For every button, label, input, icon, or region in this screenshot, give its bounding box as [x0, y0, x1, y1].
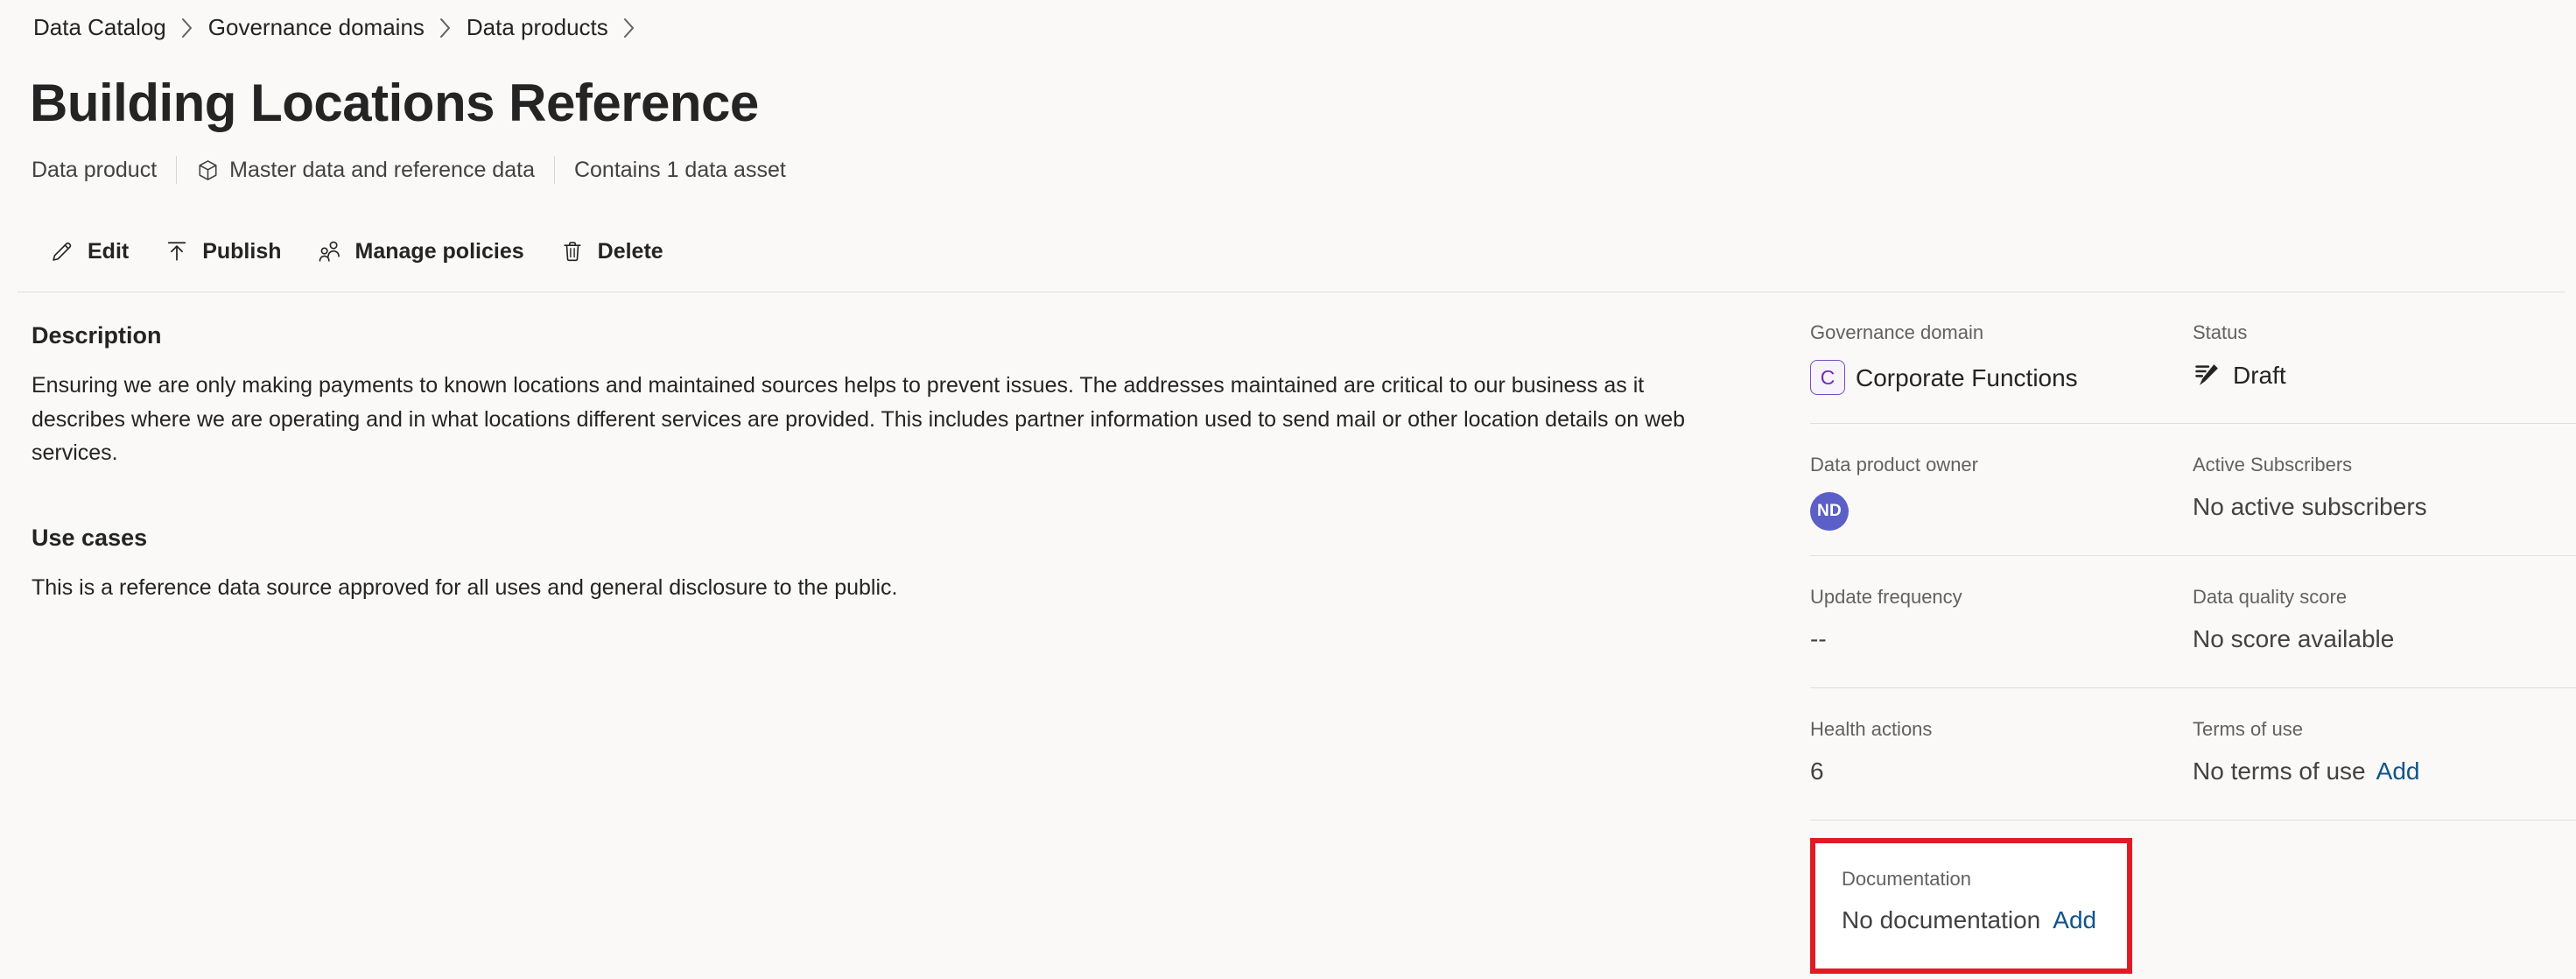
field-health-actions: Health actions 6: [1810, 718, 2193, 820]
data-quality-score-value: No score available: [2193, 625, 2395, 653]
data-quality-score-label: Data quality score: [2193, 586, 2348, 608]
field-owner: Data product owner ND: [1810, 454, 2193, 555]
field-update-frequency: Update frequency --: [1810, 586, 2193, 687]
main-content: Description Ensuring we are only making …: [32, 322, 1721, 604]
governance-domain-value[interactable]: C Corporate Functions: [1810, 360, 2172, 396]
details-row-frequency-quality: Update frequency -- Data quality score N…: [1810, 556, 2576, 688]
update-frequency-label: Update frequency: [1810, 586, 1962, 608]
documentation-value: No documentation Add: [1842, 906, 2127, 934]
pencil-icon: [49, 238, 75, 264]
publish-button[interactable]: Publish: [146, 229, 298, 273]
use-cases-heading: Use cases: [32, 524, 148, 551]
chevron-right-icon: [168, 17, 207, 39]
documentation-add-link[interactable]: Add: [2053, 906, 2096, 934]
governance-domain-name: Corporate Functions: [1856, 363, 2078, 391]
active-subscribers-value: No active subscribers: [2193, 493, 2427, 521]
domain-badge-icon: C: [1810, 360, 1845, 396]
chevron-right-icon: [610, 17, 649, 39]
field-status: Status Draft: [2193, 321, 2575, 423]
draft-pencil-icon: [2193, 360, 2222, 390]
meta-asset-count-label: Contains 1 data asset: [573, 157, 786, 182]
meta-type-label: Data product: [32, 157, 158, 182]
manage-policies-button[interactable]: Manage policies: [299, 229, 542, 273]
header-meta-row: Data product Master data and reference d…: [32, 156, 805, 184]
description-heading: Description: [32, 322, 162, 349]
documentation-highlight-box: Documentation No documentation Add: [1810, 838, 2132, 974]
field-documentation-spacer: [2193, 850, 2575, 953]
health-actions-label: Health actions: [1810, 718, 1933, 740]
cube-icon: [196, 158, 220, 182]
avatar[interactable]: ND: [1810, 492, 1849, 532]
delete-button-label: Delete: [597, 238, 663, 264]
status-value: Draft: [2193, 360, 2554, 390]
meta-data-type-label: Master data and reference data: [229, 157, 535, 182]
documentation-label: Documentation: [1842, 868, 1971, 890]
terms-of-use-label: Terms of use: [2193, 718, 2303, 740]
edit-button[interactable]: Edit: [32, 229, 146, 273]
field-governance-domain: Governance domain C Corporate Functions: [1810, 321, 2193, 423]
owner-value: ND: [1810, 492, 2172, 532]
page-title: Building Locations Reference: [30, 74, 759, 132]
terms-of-use-text: No terms of use: [2193, 757, 2366, 785]
breadcrumb: Data Catalog Governance domains Data pro…: [32, 14, 649, 41]
terms-of-use-value: No terms of use Add: [2193, 757, 2554, 786]
update-frequency-value: --: [1810, 625, 1827, 653]
publish-button-label: Publish: [202, 238, 282, 264]
documentation-text: No documentation: [1842, 906, 2041, 933]
upload-arrow-icon: [164, 238, 190, 264]
terms-of-use-add-link[interactable]: Add: [2376, 757, 2420, 786]
health-actions-value[interactable]: 6: [1810, 757, 2172, 786]
meta-item-data-type: Master data and reference data: [177, 158, 554, 183]
field-terms-of-use: Terms of use No terms of use Add: [2193, 718, 2575, 820]
meta-item-type: Data product: [32, 158, 176, 183]
manage-policies-button-label: Manage policies: [354, 238, 524, 264]
status-text: Draft: [2233, 361, 2286, 389]
chevron-right-icon: [426, 17, 465, 39]
breadcrumb-item-data-products[interactable]: Data products: [465, 14, 610, 41]
details-row-health-terms: Health actions 6 Terms of use No terms o…: [1810, 688, 2576, 821]
field-documentation: Documentation No documentation Add: [1815, 843, 2127, 934]
breadcrumb-item-governance-domains[interactable]: Governance domains: [207, 14, 426, 41]
details-row-owner-subscribers: Data product owner ND Active Subscribers…: [1810, 424, 2576, 556]
data-product-detail-page: Data Catalog Governance domains Data pro…: [0, 0, 2576, 979]
use-cases-body: This is a reference data source approved…: [32, 574, 898, 600]
description-body: Ensuring we are only making payments to …: [32, 373, 1686, 465]
delete-button[interactable]: Delete: [542, 229, 681, 273]
trash-icon: [559, 238, 586, 264]
breadcrumb-item-data-catalog[interactable]: Data Catalog: [32, 14, 168, 41]
details-row-domain-status: Governance domain C Corporate Functions …: [1810, 292, 2576, 424]
governance-domain-label: Governance domain: [1810, 321, 1984, 343]
owner-label: Data product owner: [1810, 454, 1978, 475]
field-active-subscribers: Active Subscribers No active subscribers: [2193, 454, 2575, 555]
active-subscribers-label: Active Subscribers: [2193, 454, 2353, 475]
status-label: Status: [2193, 321, 2248, 343]
edit-button-label: Edit: [88, 238, 130, 264]
field-data-quality-score: Data quality score No score available: [2193, 586, 2575, 687]
meta-item-asset-count: Contains 1 data asset: [555, 158, 805, 183]
command-bar: Edit Publish Manage policies Delete: [32, 229, 681, 273]
people-icon: [317, 238, 343, 264]
